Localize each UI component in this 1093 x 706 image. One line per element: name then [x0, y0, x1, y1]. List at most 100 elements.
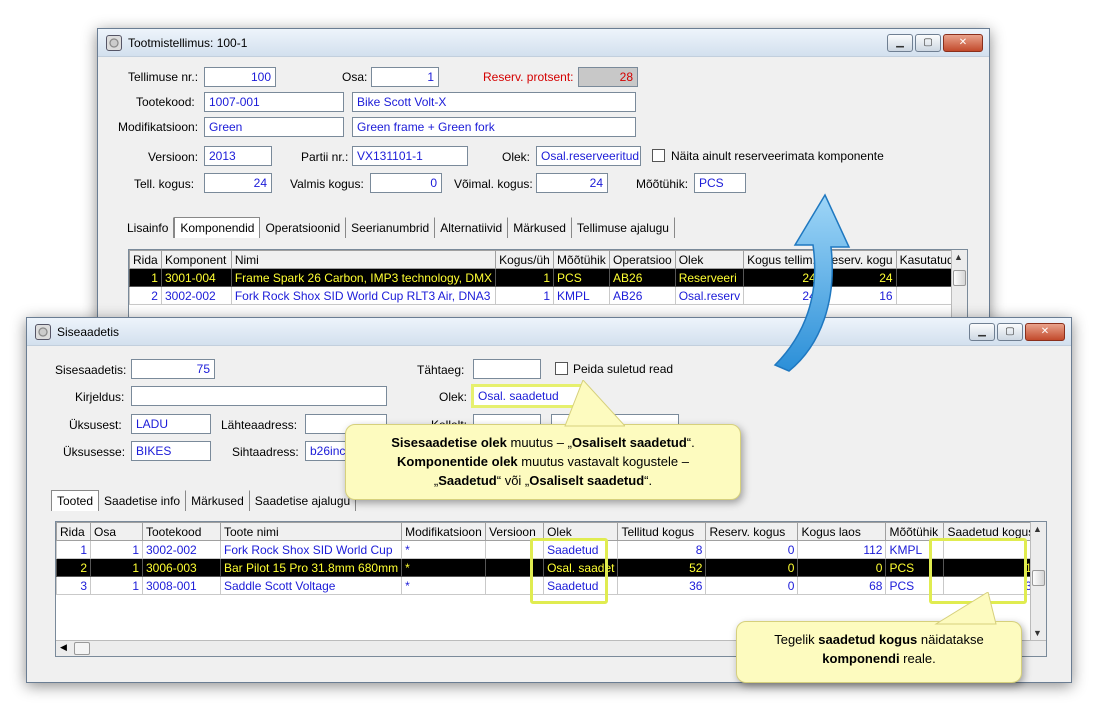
cell[interactable]: 112: [797, 540, 887, 559]
scroll-up-icon[interactable]: ▲: [1033, 524, 1042, 534]
table-row[interactable]: 1 1 3002-002 Fork Rock Shox SID World Cu…: [56, 540, 1043, 559]
column-header[interactable]: Modifikatsioon: [401, 522, 487, 541]
tab-saadetise-ajalugu[interactable]: Saadetise ajalugu: [249, 490, 357, 511]
status-field[interactable]: Osal.reserveeritud: [536, 146, 641, 166]
tab-operatsioonid[interactable]: Operatsioonid: [260, 217, 347, 238]
cell[interactable]: Saadetud: [543, 540, 619, 559]
product-name-field[interactable]: Bike Scott Volt-X: [352, 92, 636, 112]
cell[interactable]: KMPL: [885, 540, 945, 559]
cell[interactable]: PCS: [553, 268, 611, 287]
minimize-icon[interactable]: ▁: [969, 323, 995, 341]
tab-alternatiivid[interactable]: Alternatiivid: [435, 217, 509, 238]
cell[interactable]: 1: [90, 576, 143, 595]
cell[interactable]: Frame Spark 26 Carbon, IMP3 technology, …: [230, 268, 497, 287]
cell[interactable]: Fork Rock Shox SID World Cup: [219, 540, 403, 559]
shipment-number-field[interactable]: 75: [131, 359, 215, 379]
scroll-down-icon[interactable]: ▼: [1033, 628, 1042, 638]
column-header[interactable]: Olek: [543, 522, 619, 541]
column-header[interactable]: Kogus/üh: [495, 250, 555, 269]
cell[interactable]: 3002-002: [142, 540, 221, 559]
cell[interactable]: 8: [943, 540, 1043, 559]
column-header[interactable]: Versioon: [485, 522, 545, 541]
cell[interactable]: [485, 576, 545, 595]
cell[interactable]: Bar Pilot 15 Pro 31.8mm 680mm: [219, 558, 403, 577]
tab-markused[interactable]: Märkused: [186, 490, 250, 511]
column-header[interactable]: Tellitud kogus: [617, 522, 707, 541]
column-header[interactable]: Rida: [129, 250, 162, 269]
cell[interactable]: 2: [56, 558, 91, 577]
tab-markused[interactable]: Märkused: [508, 217, 572, 238]
column-header[interactable]: Komponent: [160, 250, 232, 269]
part-field[interactable]: 1: [371, 67, 439, 87]
cell[interactable]: 0: [705, 540, 799, 559]
column-header[interactable]: Mõõtühik: [885, 522, 945, 541]
title-bar[interactable]: Siseaadetis ▁ ▢ ✕: [27, 318, 1071, 346]
cell[interactable]: AB26: [609, 268, 676, 287]
unreserved-only-checkbox[interactable]: [652, 149, 665, 162]
batch-number-field[interactable]: VX131101-1: [352, 146, 468, 166]
tab-tooted[interactable]: Tooted: [51, 490, 100, 511]
cell[interactable]: Osal.reserv: [674, 286, 745, 305]
cell[interactable]: 10: [943, 558, 1043, 577]
maximize-icon[interactable]: ▢: [915, 34, 941, 52]
table-row[interactable]: 2 1 3006-003 Bar Pilot 15 Pro 31.8mm 680…: [56, 558, 1043, 577]
to-unit-field[interactable]: BIKES: [131, 441, 211, 461]
cell[interactable]: 0: [797, 558, 887, 577]
modification-field[interactable]: Green: [204, 117, 344, 137]
column-header[interactable]: Saadetud kogus: [943, 522, 1043, 541]
cell[interactable]: *: [401, 540, 487, 559]
cell[interactable]: *: [401, 576, 487, 595]
cell[interactable]: AB26: [609, 286, 676, 305]
cell[interactable]: 1: [495, 286, 555, 305]
cell[interactable]: 0: [705, 576, 799, 595]
order-number-field[interactable]: 100: [204, 67, 276, 87]
table-row[interactable]: 3 1 3008-001 Saddle Scott Voltage * Saad…: [56, 576, 1043, 595]
title-bar[interactable]: Tootmistellimus: 100-1 ▁ ▢ ✕: [98, 29, 989, 57]
column-header[interactable]: Tootekood: [142, 522, 221, 541]
close-icon[interactable]: ✕: [943, 34, 983, 52]
tab-tellimuse-ajalugu[interactable]: Tellimuse ajalugu: [571, 217, 675, 238]
cell[interactable]: 8: [617, 540, 707, 559]
deadline-field[interactable]: [473, 359, 541, 379]
cell[interactable]: *: [401, 558, 487, 577]
cell[interactable]: 3001-004: [160, 268, 232, 287]
cell[interactable]: Osal. saadet: [543, 558, 619, 577]
maximize-icon[interactable]: ▢: [997, 323, 1023, 341]
tab-lisainfo[interactable]: Lisainfo: [122, 217, 175, 238]
description-field[interactable]: [131, 386, 387, 406]
cell[interactable]: 52: [617, 558, 707, 577]
version-field[interactable]: 2013: [204, 146, 272, 166]
column-header[interactable]: Kogus laos: [797, 522, 887, 541]
cell[interactable]: 1: [90, 558, 143, 577]
cell[interactable]: Reserveeri: [674, 268, 745, 287]
from-unit-field[interactable]: LADU: [131, 414, 211, 434]
cell[interactable]: 1: [495, 268, 555, 287]
scroll-thumb[interactable]: [1032, 570, 1045, 586]
cell[interactable]: [485, 558, 545, 577]
close-icon[interactable]: ✕: [1025, 323, 1065, 341]
column-header[interactable]: Rida: [56, 522, 91, 541]
cell[interactable]: [485, 540, 545, 559]
scroll-up-icon[interactable]: ▲: [954, 252, 963, 262]
hide-closed-rows-checkbox[interactable]: [555, 362, 568, 375]
cell[interactable]: KMPL: [553, 286, 611, 305]
cell[interactable]: PCS: [885, 558, 945, 577]
cell[interactable]: 3: [56, 576, 91, 595]
column-header[interactable]: Olek: [674, 250, 745, 269]
tab-saadetise-info[interactable]: Saadetise info: [99, 490, 187, 511]
possible-qty-field[interactable]: 24: [536, 173, 608, 193]
product-code-field[interactable]: 1007-001: [204, 92, 344, 112]
column-header[interactable]: Osa: [90, 522, 143, 541]
minimize-icon[interactable]: ▁: [887, 34, 913, 52]
tab-komponendid[interactable]: Komponendid: [174, 217, 261, 238]
cell[interactable]: 3008-001: [142, 576, 221, 595]
column-header[interactable]: Reserv. kogus: [705, 522, 799, 541]
cell[interactable]: Fork Rock Shox SID World Cup RLT3 Air, D…: [230, 286, 497, 305]
ordered-qty-field[interactable]: 24: [204, 173, 272, 193]
cell[interactable]: 68: [797, 576, 887, 595]
products-vertical-scrollbar[interactable]: ▲ ▼: [1030, 522, 1046, 640]
column-header[interactable]: Operatsioo: [609, 250, 676, 269]
cell[interactable]: Saddle Scott Voltage: [219, 576, 403, 595]
column-header[interactable]: Mõõtühik: [553, 250, 611, 269]
cell[interactable]: 3002-002: [160, 286, 232, 305]
